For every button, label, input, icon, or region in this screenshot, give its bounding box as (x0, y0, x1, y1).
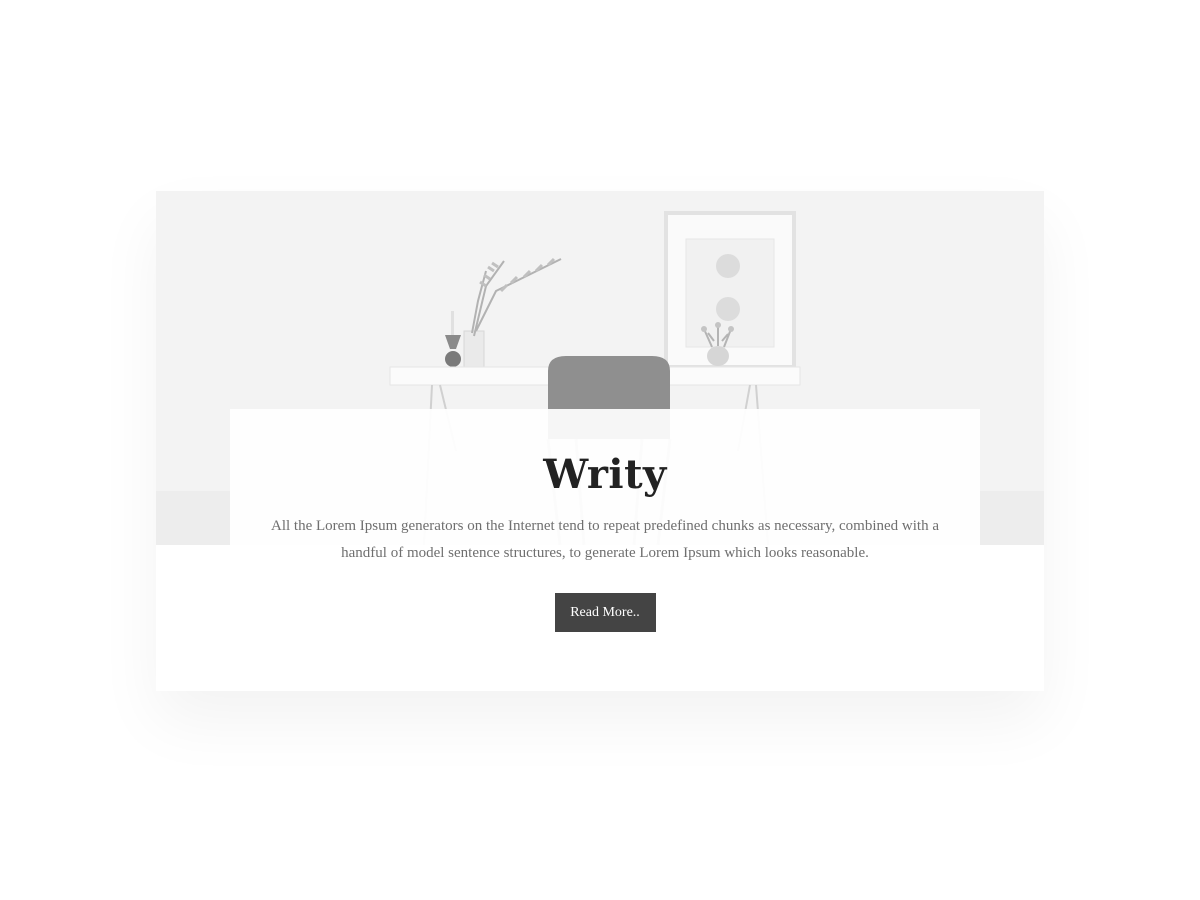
intro-card: Writy All the Lorem Ipsum generators on … (230, 409, 980, 680)
read-more-button[interactable]: Read More.. (554, 593, 656, 632)
card-title: Writy (543, 451, 667, 498)
card-description: All the Lorem Ipsum generators on the In… (271, 518, 939, 561)
page: Writy All the Lorem Ipsum generators on … (0, 0, 1200, 900)
